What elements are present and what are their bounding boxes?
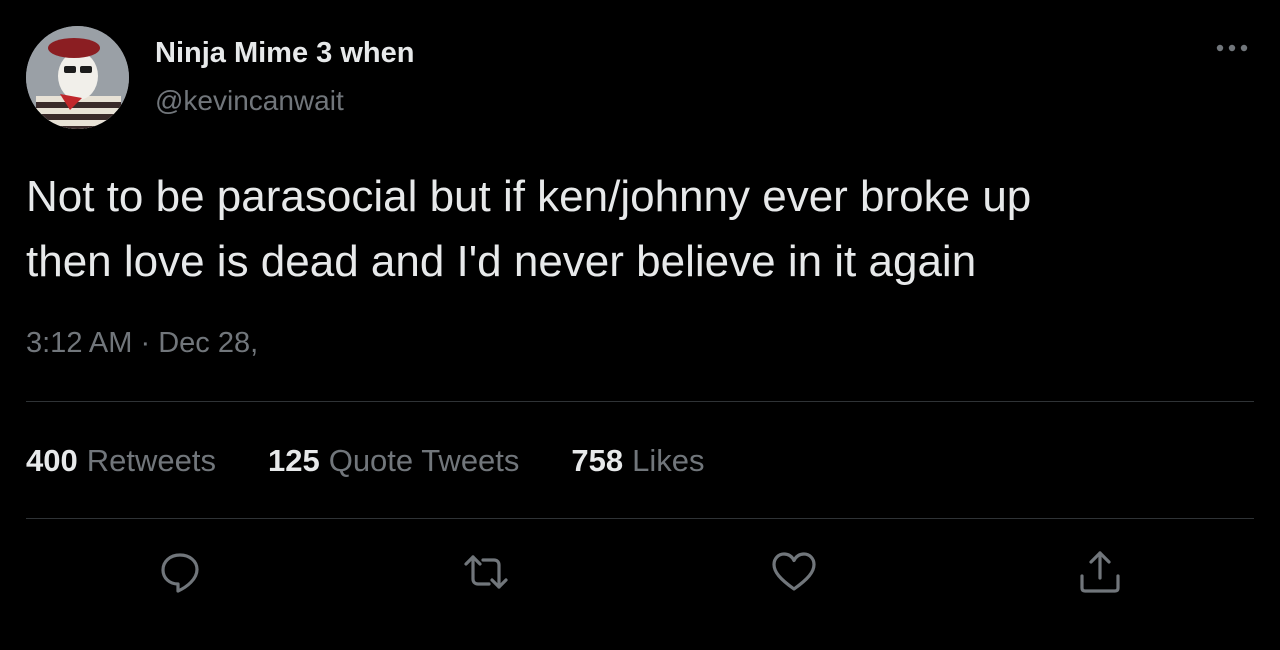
likes-label: Likes <box>632 443 705 478</box>
reply-icon[interactable] <box>156 548 204 596</box>
timestamp-separator: · <box>140 327 151 359</box>
more-horizontal-icon[interactable] <box>1212 36 1252 60</box>
tweet-actions <box>0 548 1280 596</box>
tweet-text: Not to be parasocial but if ken/johnny e… <box>26 172 1032 286</box>
tweet-timestamp: 3:12 AM · Dec 28, <box>26 327 258 360</box>
heart-icon[interactable] <box>770 548 818 596</box>
divider <box>26 401 1254 402</box>
retweets-stat[interactable]: 400 Retweets <box>26 443 216 479</box>
divider <box>26 518 1254 519</box>
share-icon[interactable] <box>1076 548 1124 596</box>
tweet-date[interactable]: Dec 28, <box>158 327 258 359</box>
display-name[interactable]: Ninja Mime 3 when <box>155 37 414 70</box>
likes-stat[interactable]: 758 Likes <box>571 443 704 479</box>
quote-tweets-stat[interactable]: 125 Quote Tweets <box>268 443 519 479</box>
retweets-count: 400 <box>26 443 78 478</box>
retweets-label: Retweets <box>86 443 216 478</box>
quote-tweets-label: Quote Tweets <box>328 443 520 478</box>
likes-count: 758 <box>571 443 624 478</box>
tweet-detail: Ninja Mime 3 when @kevincanwait Not to b… <box>0 0 1280 650</box>
avatar-image <box>26 26 129 129</box>
user-handle[interactable]: @kevincanwait <box>155 85 344 117</box>
quote-tweets-count: 125 <box>267 443 320 478</box>
retweet-icon[interactable] <box>462 548 510 596</box>
avatar[interactable] <box>26 26 129 129</box>
tweet-stats: 400 Retweets 125 Quote Tweets 758 Likes <box>26 443 705 479</box>
tweet-time[interactable]: 3:12 AM <box>26 327 132 359</box>
